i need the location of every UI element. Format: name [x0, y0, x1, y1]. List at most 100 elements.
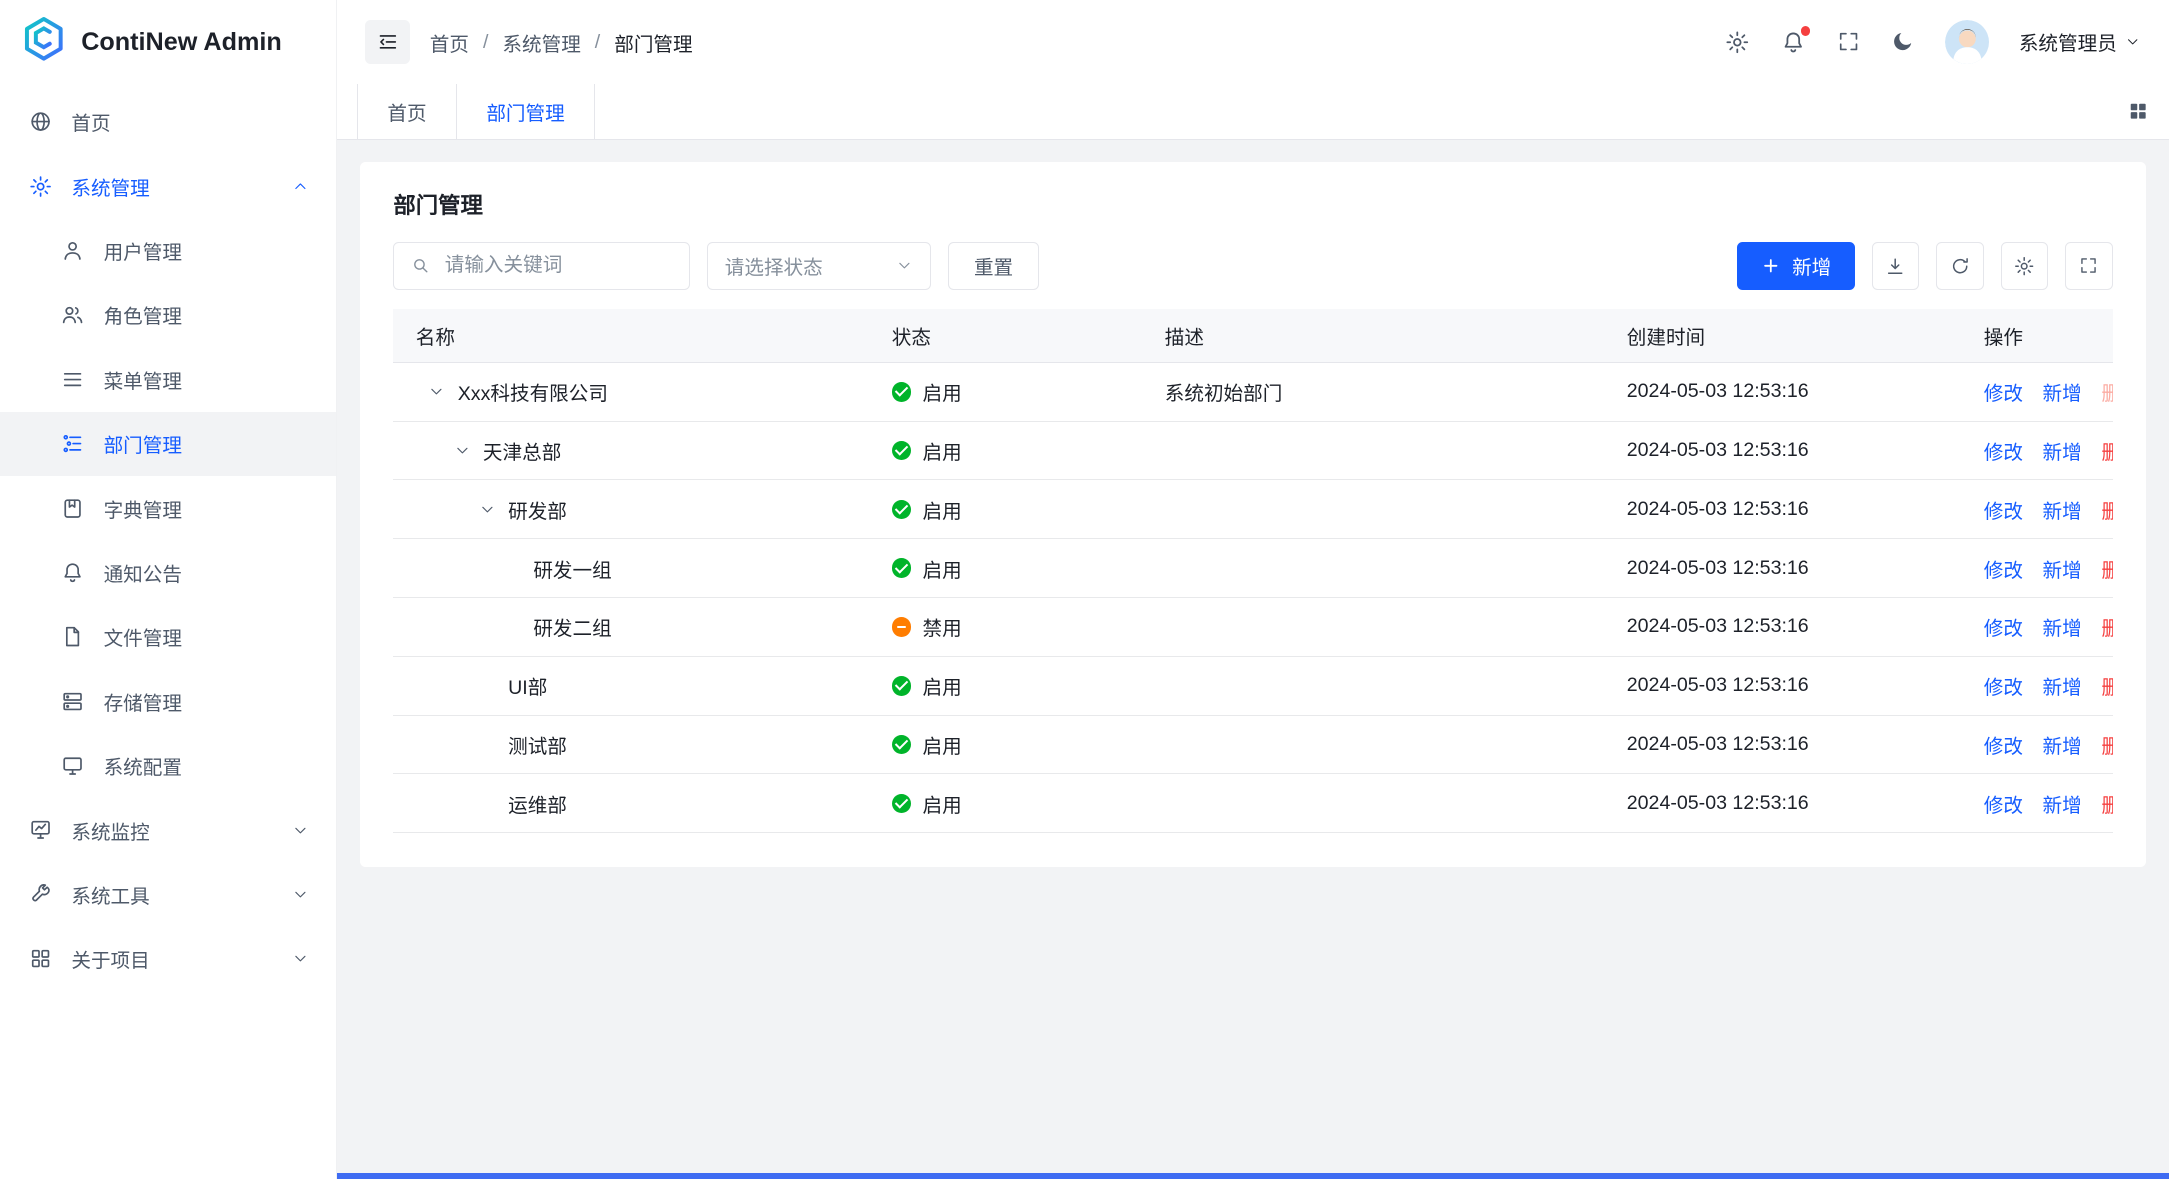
sidebar-item-label: 文件管理: [104, 622, 182, 651]
tab-actions-grid-icon[interactable]: [2107, 84, 2169, 139]
sidebar-item-label: 字典管理: [104, 494, 182, 523]
edit-link[interactable]: 修改: [1984, 554, 2023, 583]
storage-icon: [60, 689, 85, 714]
sidebar-item-label: 关于项目: [71, 944, 149, 973]
status-enabled-icon: [892, 382, 912, 402]
user-menu[interactable]: 系统管理员: [2019, 27, 2141, 56]
breadcrumb-separator: /: [595, 31, 600, 54]
edit-link[interactable]: 修改: [1984, 377, 2023, 406]
expand-caret-icon[interactable]: [452, 441, 472, 461]
status-select[interactable]: 请选择状态: [707, 242, 931, 290]
add-child-link[interactable]: 新增: [2043, 377, 2082, 406]
status-label: 启用: [923, 789, 962, 818]
add-child-link[interactable]: 新增: [2043, 495, 2082, 524]
expand-caret-icon[interactable]: [427, 382, 447, 402]
edit-link[interactable]: 修改: [1984, 495, 2023, 524]
breadcrumb: 首页 / 系统管理 / 部门管理: [430, 28, 693, 57]
sidebar-item-label: 菜单管理: [104, 365, 182, 394]
edit-link[interactable]: 修改: [1984, 671, 2023, 700]
table-row: 研发二组 禁用 2024-05-03 12:53:16 修改新增删除: [393, 598, 2112, 657]
tab-label: 部门管理: [486, 97, 564, 126]
app-root: ContiNew Admin 首页 系统管理: [0, 0, 2169, 1179]
username: 系统管理员: [2019, 27, 2117, 56]
delete-link: 删除: [2101, 377, 2112, 406]
dept-desc: [1142, 598, 1604, 657]
reset-button[interactable]: 重置: [948, 242, 1040, 290]
gear-icon: [28, 174, 53, 199]
notification-badge: [1801, 26, 1811, 36]
book-icon: [60, 496, 85, 521]
sidebar-item-notice[interactable]: 通知公告: [0, 540, 336, 604]
edit-link[interactable]: 修改: [1984, 436, 2023, 465]
sidebar-item-dict-management[interactable]: 字典管理: [0, 476, 336, 540]
bottom-accent-bar: [337, 1173, 2168, 1179]
column-settings-button[interactable]: [2001, 242, 2049, 290]
created-time: 2024-05-03 12:53:16: [1604, 715, 1961, 774]
add-child-link[interactable]: 新增: [2043, 554, 2082, 583]
sidebar-item-home[interactable]: 首页: [0, 90, 336, 154]
add-button[interactable]: 新增: [1737, 242, 1855, 290]
edit-link[interactable]: 修改: [1984, 730, 2023, 759]
table-row: 测试部 启用 2024-05-03 12:53:16 修改新增删除: [393, 715, 2112, 774]
fullscreen-icon[interactable]: [1836, 29, 1861, 54]
add-child-link[interactable]: 新增: [2043, 730, 2082, 759]
delete-link[interactable]: 删除: [2101, 436, 2112, 465]
chevron-down-icon: [896, 257, 913, 274]
table-row: UI部 启用 2024-05-03 12:53:16 修改新增删除: [393, 656, 2112, 715]
sidebar-item-label: 角色管理: [104, 300, 182, 329]
chevron-up-icon: [292, 178, 309, 195]
sidebar-item-user-management[interactable]: 用户管理: [0, 218, 336, 282]
delete-link[interactable]: 删除: [2101, 789, 2112, 818]
column-header-ops: 操作: [1961, 309, 2112, 362]
add-child-link[interactable]: 新增: [2043, 612, 2082, 641]
delete-link[interactable]: 删除: [2101, 730, 2112, 759]
edit-link[interactable]: 修改: [1984, 789, 2023, 818]
status-enabled-icon: [892, 676, 912, 696]
delete-link[interactable]: 删除: [2101, 495, 2112, 524]
settings-icon[interactable]: [1724, 29, 1751, 56]
breadcrumb-home[interactable]: 首页: [430, 28, 469, 57]
plus-icon: [1761, 256, 1781, 276]
add-child-link[interactable]: 新增: [2043, 671, 2082, 700]
sidebar-item-system-monitor[interactable]: 系统监控: [0, 798, 336, 862]
app-logo[interactable]: ContiNew Admin: [0, 0, 336, 84]
user-avatar[interactable]: [1945, 20, 1990, 65]
toolbar: 请选择状态 重置 新增: [393, 242, 2112, 290]
column-header-name: 名称: [393, 309, 869, 362]
delete-link[interactable]: 删除: [2101, 554, 2112, 583]
created-time: 2024-05-03 12:53:16: [1604, 362, 1961, 421]
dark-mode-moon-icon[interactable]: [1890, 29, 1915, 54]
sidebar-item-menu-management[interactable]: 菜单管理: [0, 347, 336, 411]
tab-home[interactable]: 首页: [357, 84, 457, 139]
notifications-bell-icon[interactable]: [1780, 29, 1807, 56]
tree-icon: [60, 431, 85, 456]
sidebar-item-storage-management[interactable]: 存储管理: [0, 669, 336, 733]
main-area: 首页 / 系统管理 / 部门管理: [337, 0, 2168, 1179]
delete-link[interactable]: 删除: [2101, 671, 2112, 700]
add-child-link[interactable]: 新增: [2043, 789, 2082, 818]
sidebar-item-dept-management[interactable]: 部门管理: [0, 412, 336, 476]
add-child-link[interactable]: 新增: [2043, 436, 2082, 465]
refresh-button[interactable]: [1936, 242, 1984, 290]
tab-dept-management[interactable]: 部门管理: [457, 84, 595, 139]
page-title: 部门管理: [393, 188, 2112, 220]
breadcrumb-system-management[interactable]: 系统管理: [502, 28, 580, 57]
sidebar-item-system-tools[interactable]: 系统工具: [0, 862, 336, 926]
expand-caret-icon[interactable]: [477, 500, 497, 520]
sidebar-item-about-project[interactable]: 关于项目: [0, 927, 336, 991]
breadcrumb-separator: /: [483, 31, 488, 54]
sidebar-item-role-management[interactable]: 角色管理: [0, 283, 336, 347]
search-input[interactable]: [442, 253, 674, 279]
table-fullscreen-button[interactable]: [2065, 242, 2113, 290]
created-time: 2024-05-03 12:53:16: [1604, 480, 1961, 539]
sidebar-item-system-config[interactable]: 系统配置: [0, 734, 336, 798]
export-download-button[interactable]: [1872, 242, 1920, 290]
delete-link[interactable]: 删除: [2101, 612, 2112, 641]
collapse-sidebar-button[interactable]: [365, 20, 410, 65]
sidebar-item-file-management[interactable]: 文件管理: [0, 605, 336, 669]
dept-management-card: 部门管理 请选择状态 重置: [360, 162, 2146, 866]
sidebar-item-system-management[interactable]: 系统管理: [0, 154, 336, 218]
sidebar-item-label: 首页: [71, 107, 110, 136]
grid-icon: [28, 946, 53, 971]
edit-link[interactable]: 修改: [1984, 612, 2023, 641]
